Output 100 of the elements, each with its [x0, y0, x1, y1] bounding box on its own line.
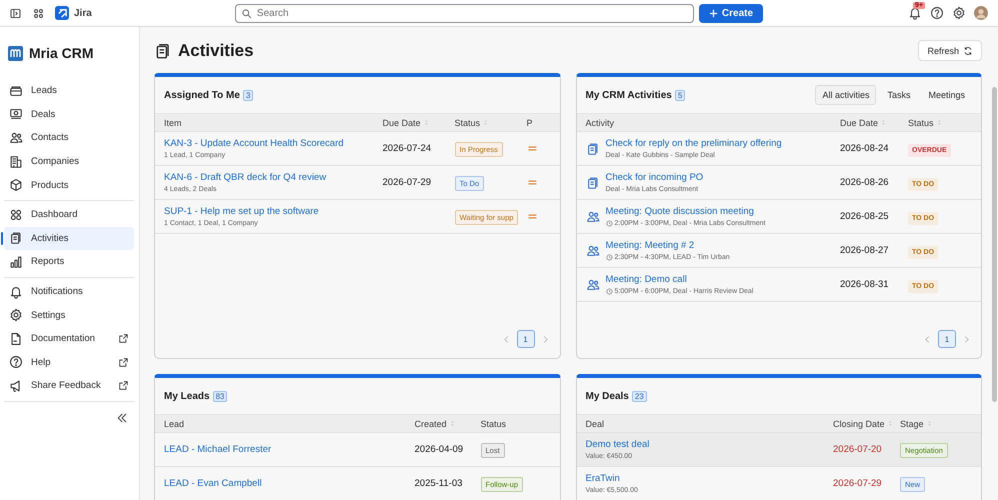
column-header: Lead [164, 418, 184, 428]
lead-link[interactable]: LEAD - Michael Forrester [164, 444, 414, 455]
column-header[interactable]: Status [454, 118, 490, 128]
nav-item[interactable]: Documentation [4, 326, 134, 351]
nav-item[interactable]: Notifications [4, 280, 134, 304]
count-badge: 23 [632, 390, 647, 402]
app-logo[interactable] [55, 6, 69, 20]
grid-icon [9, 208, 23, 222]
due-date: 2026-07-29 [382, 177, 432, 188]
column-header[interactable]: Closing Date [833, 418, 894, 428]
activity-link[interactable]: Meeting: Meeting # 2 [606, 240, 730, 251]
settings-icon [952, 6, 966, 20]
bell-icon [908, 6, 922, 20]
column-header[interactable]: Status [908, 118, 943, 128]
closing-date: 2026-07-29 [833, 478, 883, 489]
count-badge: 3 [242, 90, 254, 100]
clipboard-icon [586, 142, 600, 156]
sidebar-toggle-icon [9, 6, 22, 20]
search-field[interactable]: Search [234, 4, 694, 22]
nav-item[interactable]: Products [4, 173, 134, 197]
sort-icon [926, 420, 933, 427]
nav-item[interactable]: Reports [4, 250, 134, 274]
card-title: My Deals [586, 390, 629, 402]
settings-icon [9, 308, 23, 322]
deal-link[interactable]: EraTwin [586, 473, 833, 484]
bar-chart-icon [9, 254, 23, 269]
column-header[interactable]: Created [414, 418, 456, 428]
card-title: My Leads [164, 390, 210, 402]
nav-item[interactable]: Dashboard [4, 202, 134, 227]
document-icon [9, 332, 23, 346]
people-icon [586, 244, 600, 258]
banknote-icon [9, 107, 23, 122]
column-header[interactable]: Due Date [382, 118, 430, 128]
count-badge: 83 [212, 390, 228, 402]
bell-icon [9, 284, 23, 299]
filter-tab[interactable]: Tasks [880, 85, 918, 105]
nav-item[interactable]: Settings [4, 303, 134, 327]
column-header[interactable]: Stage [900, 418, 933, 428]
page-title: Activities [178, 40, 254, 60]
app-logo [8, 46, 23, 60]
nav-item[interactable]: Deals [4, 102, 134, 126]
due-date: 2026-08-31 [840, 279, 890, 290]
card-title: Assigned To Me [164, 90, 240, 100]
due-date: 2026-08-25 [840, 211, 890, 222]
sort-icon [936, 119, 943, 126]
sort-icon [422, 119, 430, 126]
filter-tab[interactable]: All activities [815, 85, 876, 105]
sort-icon [448, 420, 456, 427]
clipboard-icon [586, 176, 600, 190]
chevron-right-icon [962, 334, 971, 344]
nav-item[interactable]: Share Feedback [4, 374, 134, 398]
issue-link[interactable]: SUP-1 - Help me set up the software [164, 206, 382, 217]
inbox-icon [9, 84, 23, 98]
issue-link[interactable]: KAN-6 - Draft QBR deck for Q4 review [164, 172, 382, 183]
help-icon [930, 6, 944, 20]
clock-icon [606, 288, 612, 295]
create-button[interactable]: Create [698, 4, 764, 22]
sort-icon [482, 119, 490, 126]
column-header: Status [480, 418, 506, 428]
nav-item[interactable]: Companies [4, 150, 134, 174]
plus-icon [708, 8, 718, 18]
created-date: 2025-11-03 [414, 478, 464, 489]
scrollbar[interactable] [992, 87, 997, 402]
column-header[interactable]: Due Date [840, 118, 888, 128]
deal-link[interactable]: Demo test deal [586, 439, 833, 450]
activity-link[interactable]: Meeting: Demo call [606, 274, 754, 285]
nav-item[interactable]: Activities [4, 226, 134, 250]
nav-item[interactable]: Leads [4, 79, 134, 103]
chevron-left-icon [923, 334, 932, 344]
nav-item[interactable]: Contacts [4, 126, 134, 150]
help-icon [9, 355, 23, 370]
issue-link[interactable]: KAN-3 - Update Account Health Scorecard [164, 138, 382, 149]
activity-link[interactable]: Check for incoming PO [606, 172, 704, 183]
column-header: Activity [586, 118, 614, 128]
external-link-icon [118, 356, 129, 368]
cube-icon [9, 178, 23, 192]
count-badge: 5 [674, 90, 686, 100]
product-name[interactable]: Jira [74, 8, 92, 18]
due-date: 2026-08-26 [840, 177, 890, 188]
activity-link[interactable]: Check for reply on the preliminary offering [606, 138, 782, 149]
due-date: 2026-08-27 [840, 245, 890, 256]
nav-item[interactable]: Help [4, 350, 134, 374]
refresh-button[interactable]: Refresh [918, 40, 982, 61]
building-icon [9, 154, 23, 169]
lead-link[interactable]: LEAD - Evan Campbell [164, 478, 414, 489]
created-date: 2026-04-09 [414, 444, 464, 455]
activity-link[interactable]: Meeting: Quote discussion meeting [606, 206, 766, 217]
page-button[interactable]: 1 [516, 330, 534, 348]
due-date: 2026-08-24 [840, 143, 890, 154]
column-header: Deal [586, 418, 604, 428]
avatar[interactable] [974, 6, 988, 20]
people-icon [9, 130, 23, 145]
column-header: P [526, 118, 533, 128]
card-title: My CRM Activities [586, 90, 672, 100]
external-link-icon [118, 333, 129, 344]
sort-icon [880, 119, 888, 126]
clock-icon [606, 254, 612, 261]
page-button[interactable]: 1 [938, 330, 956, 348]
filter-tab[interactable]: Meetings [921, 85, 972, 105]
search-icon [240, 8, 252, 18]
